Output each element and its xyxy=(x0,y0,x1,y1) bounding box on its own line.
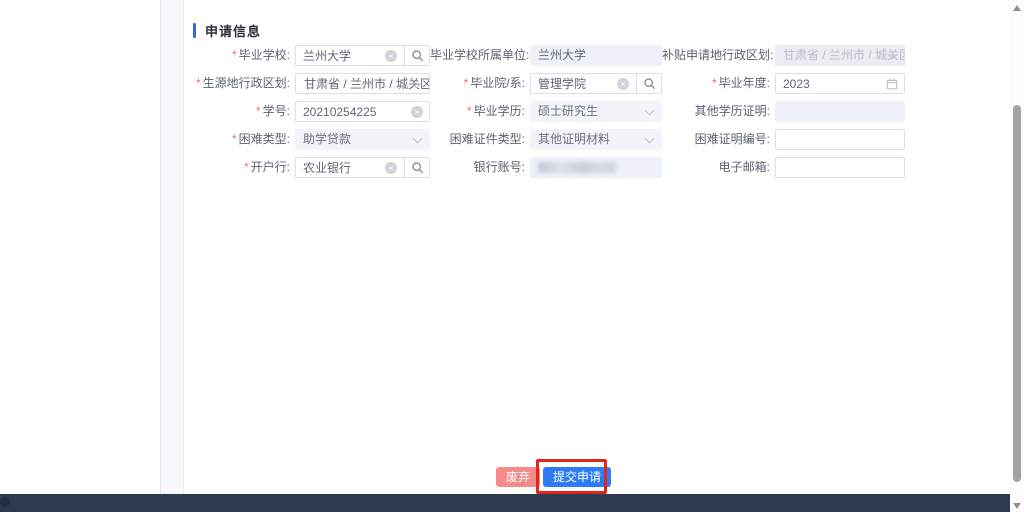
field-student-id: × xyxy=(295,101,430,122)
label-department: *毕业院/系: xyxy=(430,73,530,94)
subsidy-region-select: 甘肃省 / 兰州市 / 城关区 xyxy=(775,45,905,66)
scroll-down-arrow-icon[interactable] xyxy=(1013,503,1021,509)
label-email: 电子邮箱: xyxy=(662,157,775,178)
clear-icon[interactable]: × xyxy=(617,78,629,90)
clear-icon[interactable]: × xyxy=(385,162,397,174)
search-icon xyxy=(411,49,424,62)
field-bank: × xyxy=(295,157,430,178)
clear-icon[interactable]: × xyxy=(385,50,397,62)
bank-search-button[interactable] xyxy=(404,157,430,178)
footer-corner-nub xyxy=(0,497,10,507)
label-subsidy-region: 补贴申请地行政区划: xyxy=(662,45,775,66)
discard-button[interactable]: 废弃 xyxy=(496,467,540,487)
difficulty-cert-no-input[interactable] xyxy=(775,129,905,150)
label-student-id: *学号: xyxy=(192,101,295,122)
label-difficulty-cert-type: 困难证件类型: xyxy=(430,129,530,150)
section-marker-bar xyxy=(193,23,196,38)
label-school: *毕业学校: xyxy=(192,45,295,66)
label-difficulty-cert-no: 困难证明编号: xyxy=(662,129,775,150)
required-marker: * xyxy=(232,132,237,146)
field-bank-account xyxy=(530,157,662,178)
field-difficulty-type: 助学贷款 xyxy=(295,129,430,150)
field-difficulty-cert-type: 其他证明材料 xyxy=(530,129,662,150)
label-bank: *开户行: xyxy=(192,157,295,178)
search-icon xyxy=(643,77,656,90)
label-degree: *毕业学历: xyxy=(430,101,530,122)
field-school-unit: 兰州大学 xyxy=(530,45,662,66)
application-form-page: 申请信息 *毕业学校: × 毕业学校所属单位: 兰州大学 补贴申请地行政区划: … xyxy=(0,0,1024,512)
label-other-degree-proof: 其他学历证明: xyxy=(662,101,775,122)
origin-region-select[interactable]: 甘肃省 / 兰州市 / 城关区 xyxy=(295,73,430,94)
required-marker: * xyxy=(196,76,201,90)
other-degree-proof-readonly xyxy=(775,101,905,122)
search-icon xyxy=(411,161,424,174)
field-other-degree-proof xyxy=(775,101,905,122)
field-difficulty-cert-no xyxy=(775,129,905,150)
footer-bar xyxy=(0,494,1010,512)
bank-account-redacted-value xyxy=(538,162,616,173)
label-bank-account: 银行账号: xyxy=(430,157,530,178)
email-input[interactable] xyxy=(775,157,905,178)
vertical-scrollbar[interactable] xyxy=(1010,0,1024,512)
field-email xyxy=(775,157,905,178)
label-difficulty-type: *困难类型: xyxy=(192,129,295,150)
required-marker: * xyxy=(464,76,469,90)
section-header: 申请信息 xyxy=(193,21,261,40)
label-school-unit: 毕业学校所属单位: xyxy=(430,45,530,66)
scrollbar-thumb[interactable] xyxy=(1013,105,1021,482)
calendar-icon[interactable] xyxy=(886,78,898,90)
field-school: × xyxy=(295,45,430,66)
bank-account-readonly xyxy=(530,157,662,178)
application-form: *毕业学校: × 毕业学校所属单位: 兰州大学 补贴申请地行政区划: 甘肃省 /… xyxy=(192,45,905,178)
difficulty-type-select: 助学贷款 xyxy=(295,129,430,150)
label-origin-region: *生源地行政区划: xyxy=(192,73,295,94)
school-search-button[interactable] xyxy=(404,45,430,66)
required-marker: * xyxy=(232,48,237,62)
difficulty-cert-type-select: 其他证明材料 xyxy=(530,129,662,150)
chevron-down-icon xyxy=(413,134,423,144)
degree-select: 硕士研究生 xyxy=(530,101,662,122)
required-marker: * xyxy=(712,76,717,90)
field-department: × xyxy=(530,73,662,94)
student-id-input[interactable] xyxy=(295,101,430,122)
field-degree: 硕士研究生 xyxy=(530,101,662,122)
scroll-up-arrow-icon[interactable] xyxy=(1013,5,1021,11)
chevron-down-icon xyxy=(645,134,655,144)
label-grad-year: *毕业年度: xyxy=(662,73,775,94)
required-marker: * xyxy=(244,160,249,174)
field-grad-year xyxy=(775,73,905,94)
page-gutter xyxy=(161,0,183,494)
school-unit-readonly: 兰州大学 xyxy=(530,45,662,66)
section-title: 申请信息 xyxy=(205,21,261,40)
submit-button[interactable]: 提交申请 xyxy=(543,467,611,487)
field-subsidy-region: 甘肃省 / 兰州市 / 城关区 xyxy=(775,45,905,66)
required-marker: * xyxy=(467,104,472,118)
clear-icon[interactable]: × xyxy=(411,106,423,118)
chevron-down-icon xyxy=(645,106,655,116)
required-marker: * xyxy=(256,104,261,118)
department-search-button[interactable] xyxy=(636,73,662,94)
field-origin-region: 甘肃省 / 兰州市 / 城关区 xyxy=(295,73,430,94)
